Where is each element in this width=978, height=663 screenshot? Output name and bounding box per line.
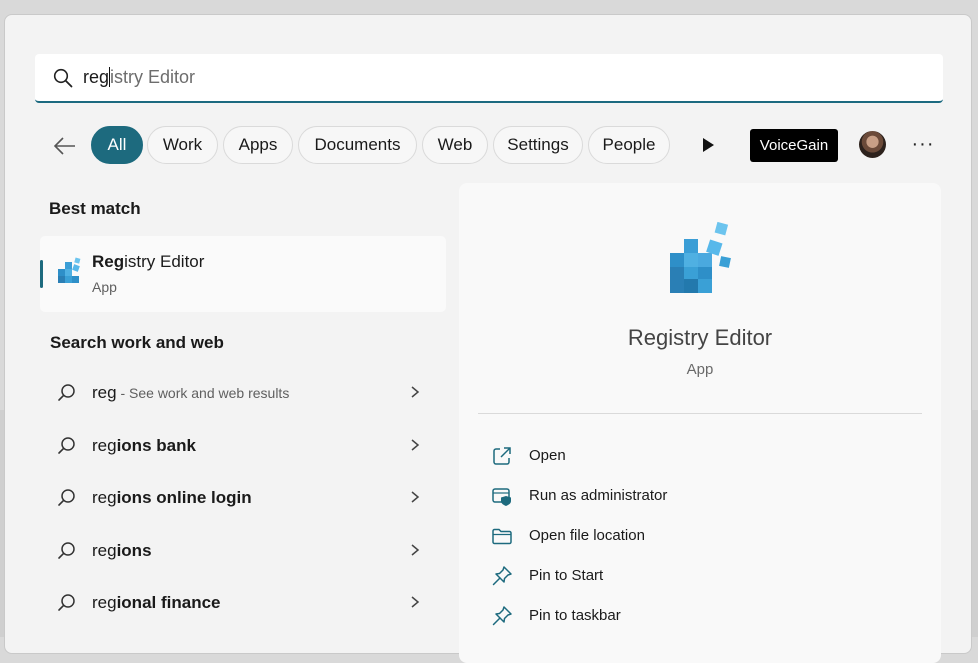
web-result-row[interactable]: regions online login — [40, 473, 446, 523]
action-run-as-administrator[interactable]: Run as administrator — [491, 477, 911, 517]
filter-documents[interactable]: Documents — [298, 126, 417, 164]
more-options-icon[interactable]: ··· — [911, 132, 935, 156]
open-external-icon — [493, 447, 511, 465]
action-label: Open — [529, 447, 566, 464]
registry-editor-icon — [58, 257, 81, 283]
preview-app-name: Registry Editor — [627, 325, 773, 350]
web-result-text: regions online login — [92, 488, 252, 508]
web-result-text: regions bank — [92, 436, 196, 456]
search-icon — [58, 489, 75, 506]
search-icon — [58, 384, 75, 401]
chevron-right-icon[interactable] — [408, 595, 422, 609]
search-box[interactable]: registry Editor — [35, 54, 943, 103]
search-icon — [58, 542, 75, 559]
chevron-right-icon[interactable] — [408, 385, 422, 399]
filter-web[interactable]: Web — [422, 126, 488, 164]
search-panel: registry Editor All Work Apps Documents … — [4, 14, 972, 663]
filter-work[interactable]: Work — [147, 126, 218, 164]
pin-icon — [492, 566, 512, 586]
best-match-name-highlight: Reg — [92, 252, 125, 271]
web-result-row[interactable]: regional finance — [40, 578, 446, 628]
play-more-filters-icon[interactable] — [697, 134, 719, 156]
web-result-query: reg — [92, 593, 117, 612]
filter-all[interactable]: All — [91, 126, 143, 164]
action-open-file-location[interactable]: Open file location — [491, 517, 911, 557]
action-pin-to-taskbar[interactable]: Pin to taskbar — [491, 597, 911, 637]
selection-indicator — [40, 260, 43, 288]
chevron-right-icon[interactable] — [408, 543, 422, 557]
shield-admin-icon — [492, 488, 511, 506]
preview-pane: Registry Editor App Open Run as administ… — [459, 183, 941, 663]
best-match-result[interactable]: Registry Editor App — [40, 236, 446, 312]
web-result-query: reg — [92, 488, 117, 507]
search-typed-text: reg — [83, 67, 110, 87]
web-result-query: reg — [92, 383, 117, 402]
web-result-suggestion: ions bank — [116, 436, 196, 455]
preview-app-type: App — [686, 361, 714, 378]
search-icon — [53, 68, 73, 88]
action-label: Run as administrator — [529, 487, 668, 504]
best-match-heading: Best match — [49, 199, 141, 218]
web-result-text: regional finance — [92, 593, 221, 613]
user-avatar[interactable] — [859, 131, 886, 158]
action-label: Pin to Start — [529, 567, 604, 584]
search-autocomplete-text: istry Editor — [110, 67, 196, 87]
web-result-text: reg - See work and web results — [92, 383, 289, 403]
web-result-suggestion: ions — [116, 541, 152, 560]
registry-editor-large-icon — [670, 221, 731, 293]
action-open[interactable]: Open — [491, 437, 911, 477]
best-match-name: Registry Editor — [92, 252, 204, 272]
pin-icon — [492, 606, 512, 626]
action-label: Open file location — [529, 527, 645, 544]
chevron-right-icon[interactable] — [408, 490, 422, 504]
web-result-query: reg — [92, 541, 117, 560]
preview-divider — [478, 413, 922, 414]
chevron-right-icon[interactable] — [408, 438, 422, 452]
voicegain-button[interactable]: VoiceGain — [750, 129, 838, 162]
search-icon — [58, 594, 75, 611]
web-result-suggestion: ions online login — [116, 488, 252, 507]
web-result-text: regions — [92, 541, 152, 561]
filter-apps[interactable]: Apps — [223, 126, 293, 164]
web-result-row[interactable]: regions — [40, 526, 446, 576]
search-input[interactable]: registry Editor — [83, 54, 195, 101]
search-icon — [58, 437, 75, 454]
best-match-name-rest: istry Editor — [124, 252, 205, 271]
filter-people[interactable]: People — [588, 126, 670, 164]
action-pin-to-start[interactable]: Pin to Start — [491, 557, 911, 597]
action-label: Pin to taskbar — [529, 607, 621, 624]
web-result-row[interactable]: reg - See work and web results — [40, 368, 446, 418]
web-result-query: reg — [92, 436, 117, 455]
web-result-row[interactable]: regions bank — [40, 421, 446, 471]
best-match-type: App — [92, 279, 117, 295]
web-result-subtext: - See work and web results — [116, 385, 290, 401]
web-result-suggestion: ional finance — [116, 593, 221, 612]
web-results-heading: Search work and web — [50, 333, 224, 352]
filter-settings[interactable]: Settings — [493, 126, 583, 164]
folder-icon — [492, 528, 512, 545]
back-arrow-icon[interactable] — [49, 131, 79, 161]
filter-bar: All Work Apps Documents Web Settings Peo… — [49, 126, 949, 166]
